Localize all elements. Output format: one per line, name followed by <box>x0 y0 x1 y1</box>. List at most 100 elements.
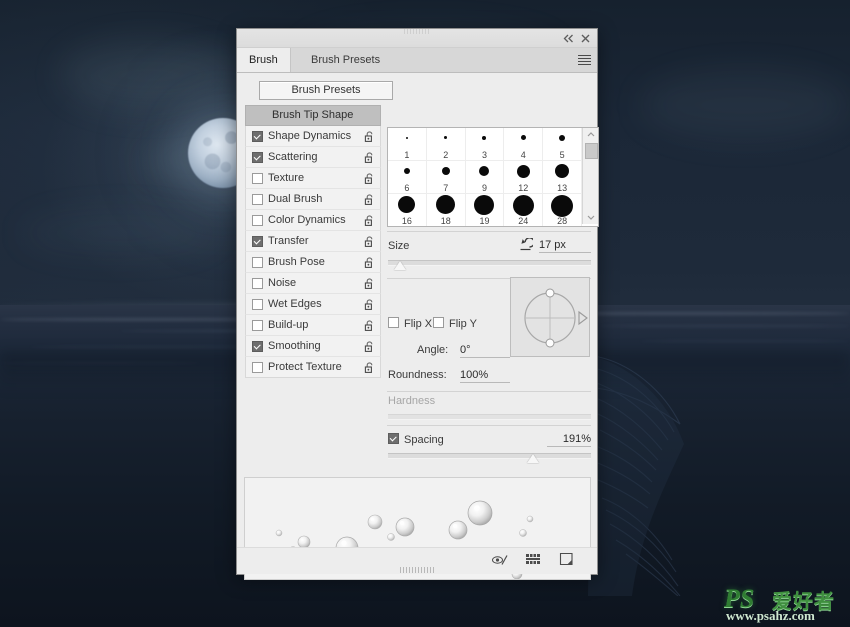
size-slider-track[interactable] <box>388 260 591 266</box>
brush-tip-cell[interactable]: 9 <box>465 161 505 194</box>
wave-highlight <box>600 325 850 327</box>
checkbox-color-dynamics[interactable] <box>252 215 263 226</box>
brush-tip-size-label: 12 <box>518 183 529 193</box>
flip-y-row[interactable]: Flip Y <box>433 317 477 330</box>
brush-tip-size-label: 18 <box>440 216 451 226</box>
unlocked-padlock-icon[interactable] <box>364 319 375 331</box>
hardness-slider-track <box>388 414 591 420</box>
brush-tip-cell[interactable]: 12 <box>504 161 544 194</box>
flip-x-row[interactable]: Flip X <box>388 317 432 330</box>
unlocked-padlock-icon[interactable] <box>364 130 375 142</box>
unlocked-padlock-icon[interactable] <box>364 256 375 268</box>
scrollbar-thumb[interactable] <box>585 143 598 159</box>
spacing-slider-track[interactable] <box>388 453 591 459</box>
checkbox-protect-texture[interactable] <box>252 362 263 373</box>
option-label: Transfer <box>268 235 309 247</box>
panel-resize-grip[interactable] <box>400 567 434 573</box>
sidebar-item-dual-brush[interactable]: Dual Brush <box>245 189 381 210</box>
sidebar-item-brush-tip-shape[interactable]: Brush Tip Shape <box>245 105 381 126</box>
unlocked-padlock-icon[interactable] <box>364 277 375 289</box>
option-label: Scattering <box>268 151 318 163</box>
checkbox-dual-brush[interactable] <box>252 194 263 205</box>
checkbox-wet-edges[interactable] <box>252 299 263 310</box>
flip-x-label: Flip X <box>404 318 433 330</box>
option-label: Shape Dynamics <box>268 130 352 142</box>
checkbox-shape-dynamics[interactable] <box>252 131 263 142</box>
checkbox-texture[interactable] <box>252 173 263 184</box>
brush-tip-cell[interactable]: 5 <box>543 128 582 161</box>
unlocked-padlock-icon[interactable] <box>364 361 375 373</box>
brush-tip-row: 1 2 3 4 5 <box>388 128 582 161</box>
sidebar-item-smoothing[interactable]: Smoothing <box>245 336 381 357</box>
unlocked-padlock-icon[interactable] <box>364 214 375 226</box>
divider <box>387 231 591 232</box>
brush-grid-scrollbar[interactable] <box>582 128 598 224</box>
panel-menu-button[interactable] <box>575 52 593 68</box>
chevron-up-icon[interactable] <box>583 128 598 141</box>
brush-tip-cell[interactable]: 3 <box>465 128 505 161</box>
brush-tip-cell[interactable]: 7 <box>426 161 466 194</box>
checkbox-smoothing[interactable] <box>252 341 263 352</box>
checkbox-build-up[interactable] <box>252 320 263 331</box>
tab-brush[interactable]: Brush <box>237 48 291 72</box>
sidebar-item-color-dynamics[interactable]: Color Dynamics <box>245 210 381 231</box>
brush-tip-cell[interactable]: 2 <box>426 128 466 161</box>
brush-tip-cell[interactable]: 24 <box>504 194 544 226</box>
brush-tip-dot <box>512 195 534 216</box>
checkbox-flip-y[interactable] <box>433 317 444 328</box>
brush-panel-icon[interactable] <box>525 552 543 569</box>
unlocked-padlock-icon[interactable] <box>364 193 375 205</box>
brush-tip-size-label: 19 <box>479 216 490 226</box>
brush-tip-cell[interactable]: 16 <box>388 194 427 226</box>
checkbox-transfer[interactable] <box>252 236 263 247</box>
unlocked-padlock-icon[interactable] <box>364 340 375 352</box>
brush-tip-cell[interactable]: 1 <box>388 128 427 161</box>
brush-tip-cell[interactable]: 13 <box>543 161 582 194</box>
roundness-input[interactable]: 100% <box>460 369 510 383</box>
size-slider-thumb[interactable] <box>394 261 406 270</box>
chevron-down-icon[interactable] <box>583 211 598 224</box>
brush-tip-grid[interactable]: 1 2 3 4 5 6 7 9 12 13 16 18 19 24 28 <box>387 127 599 227</box>
checkbox-noise[interactable] <box>252 278 263 289</box>
sidebar-item-wet-edges[interactable]: Wet Edges <box>245 294 381 315</box>
angle-input[interactable]: 0° <box>460 344 510 358</box>
tab-brush-presets[interactable]: Brush Presets <box>299 48 392 72</box>
brush-tip-cell[interactable]: 18 <box>427 194 466 226</box>
spacing-input[interactable]: 191% <box>547 433 591 447</box>
close-panel-button[interactable] <box>578 31 592 45</box>
brush-tip-row: 16 18 19 24 28 <box>388 194 582 226</box>
checkbox-brush-pose[interactable] <box>252 257 263 268</box>
sidebar-item-build-up[interactable]: Build-up <box>245 315 381 336</box>
reset-arrow-icon[interactable] <box>518 237 535 252</box>
panel-top-resize-grip[interactable] <box>404 29 430 34</box>
spacing-row[interactable]: Spacing <box>388 433 444 446</box>
brush-tip-cell[interactable]: 6 <box>388 161 427 194</box>
checkbox-spacing[interactable] <box>388 433 399 444</box>
unlocked-padlock-icon[interactable] <box>364 298 375 310</box>
unlocked-padlock-icon[interactable] <box>364 235 375 247</box>
checkbox-scattering[interactable] <box>252 152 263 163</box>
unlocked-padlock-icon[interactable] <box>364 151 375 163</box>
sidebar-item-texture[interactable]: Texture <box>245 168 381 189</box>
size-input[interactable]: 17 px <box>539 239 591 253</box>
sidebar-item-noise[interactable]: Noise <box>245 273 381 294</box>
spacing-slider-thumb[interactable] <box>527 454 539 463</box>
brush-tip-size-label: 13 <box>557 183 568 193</box>
sidebar-item-transfer[interactable]: Transfer <box>245 231 381 252</box>
brush-tip-cell[interactable]: 19 <box>466 194 505 226</box>
toggle-live-tip-brush-preview-icon[interactable] <box>491 552 509 569</box>
create-new-brush-icon[interactable] <box>559 552 577 569</box>
collapse-panel-button[interactable] <box>561 31 575 45</box>
sidebar-item-scattering[interactable]: Scattering <box>245 147 381 168</box>
unlocked-padlock-icon[interactable] <box>364 172 375 184</box>
brush-tip-cell[interactable]: 28 <box>543 194 582 226</box>
sidebar-item-shape-dynamics[interactable]: Shape Dynamics <box>245 126 381 147</box>
brush-presets-button[interactable]: Brush Presets <box>259 81 393 100</box>
brush-tip-dot <box>555 164 570 178</box>
checkbox-flip-x[interactable] <box>388 317 399 328</box>
sidebar-item-protect-texture[interactable]: Protect Texture <box>245 357 381 378</box>
sidebar-item-brush-pose[interactable]: Brush Pose <box>245 252 381 273</box>
brush-tip-dot <box>551 195 574 217</box>
brush-tip-cell[interactable]: 4 <box>504 128 544 161</box>
brush-angle-roundness-widget[interactable] <box>510 277 590 357</box>
